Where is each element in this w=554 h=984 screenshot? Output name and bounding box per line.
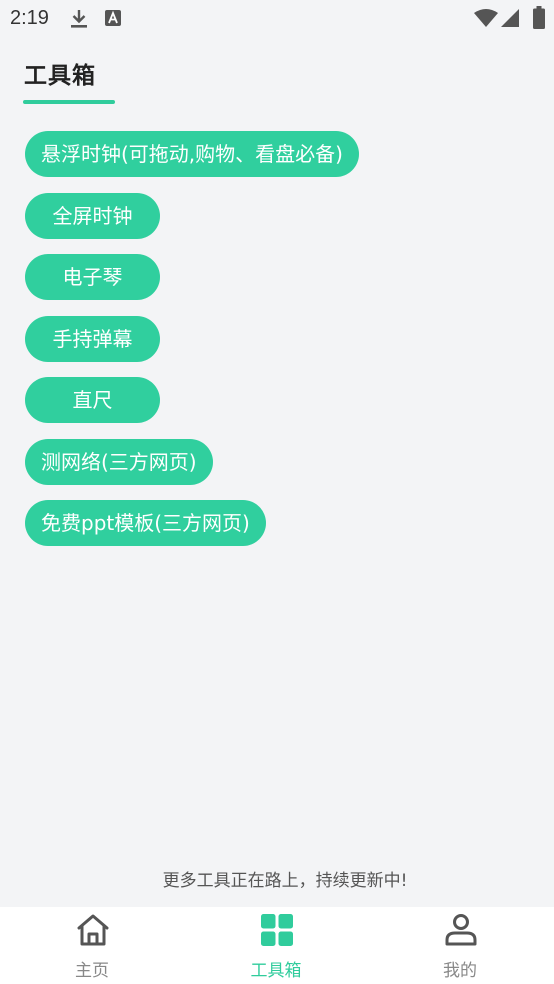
nav-home-label: 主页 (75, 961, 109, 981)
download-icon (71, 10, 87, 28)
a-icon (105, 10, 121, 26)
free-ppt-template-button[interactable]: 免费ppt模板(三方网页) (25, 500, 266, 546)
electronic-piano-button[interactable]: 电子琴 (25, 254, 160, 300)
tool-list: 悬浮时钟(可拖动,购物、看盘必备) 全屏时钟 电子琴 手持弹幕 直尺 测网络(三… (25, 131, 359, 562)
handheld-danmaku-button[interactable]: 手持弹幕 (25, 315, 160, 362)
nav-mine[interactable]: 我的 (368, 907, 552, 984)
wifi-icon (474, 9, 498, 27)
network-test-button[interactable]: 测网络(三方网页) (25, 438, 213, 485)
floating-clock-button[interactable]: 悬浮时钟(可拖动,购物、看盘必备) (25, 131, 359, 177)
home-icon (77, 914, 109, 946)
title-underline (23, 100, 115, 104)
nav-tools[interactable]: 工具箱 (184, 907, 368, 984)
bottom-nav: 主页 工具箱 我的 (0, 907, 554, 984)
grid-icon (261, 914, 293, 946)
nav-tools-label: 工具箱 (250, 961, 302, 981)
fullscreen-clock-button[interactable]: 全屏时钟 (25, 192, 160, 239)
page-title: 工具箱 (24, 63, 96, 89)
battery-icon (533, 6, 545, 29)
ruler-button[interactable]: 直尺 (25, 377, 160, 423)
status-bar: 2:19 (0, 0, 554, 38)
signal-icon (501, 9, 519, 27)
nav-home[interactable]: 主页 (0, 907, 184, 984)
user-icon (445, 914, 477, 946)
status-time: 2:19 (10, 7, 49, 29)
footer-note: 更多工具正在路上，持续更新中! (162, 871, 408, 891)
nav-mine-label: 我的 (443, 961, 477, 981)
